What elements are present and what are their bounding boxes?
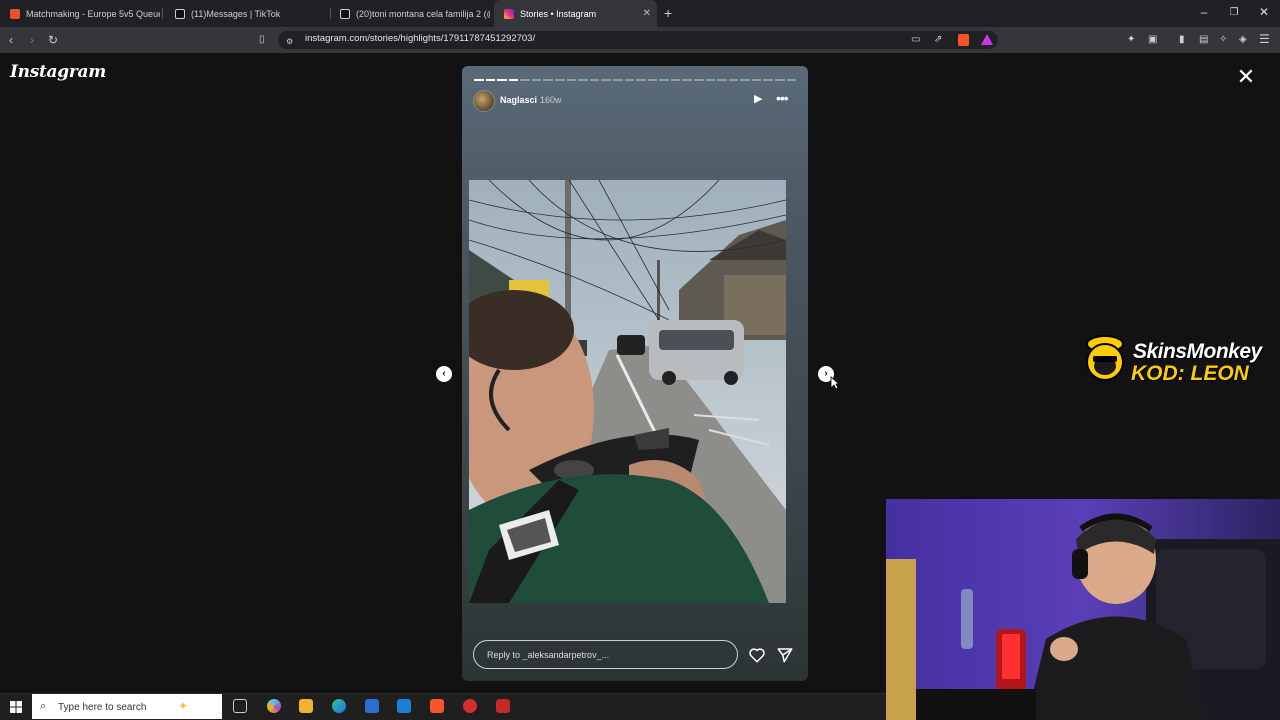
progress-segment bbox=[717, 79, 727, 81]
app-icon[interactable] bbox=[463, 699, 477, 713]
progress-segment bbox=[705, 79, 716, 81]
task-view-icon[interactable] bbox=[233, 699, 247, 713]
progress-segment bbox=[520, 79, 530, 81]
story-viewer: Naglasci 160w ▶ ••• Reply to _aleksandar… bbox=[462, 66, 808, 681]
forward-icon[interactable]: › bbox=[30, 33, 34, 47]
progress-segment bbox=[566, 79, 577, 81]
search-highlight-icon[interactable]: ✦ bbox=[178, 699, 188, 713]
faceit-icon bbox=[10, 8, 20, 19]
tab-title: Matchmaking - Europe 5v5 Queue - bbox=[26, 8, 160, 19]
progress-segment bbox=[751, 79, 762, 81]
new-tab-icon[interactable]: + bbox=[664, 6, 672, 20]
progress-segment bbox=[647, 79, 658, 81]
progress-segment bbox=[670, 79, 681, 81]
vpn-icon[interactable]: ◈ bbox=[1239, 33, 1247, 47]
reload-icon[interactable]: ↻ bbox=[48, 33, 58, 47]
store-icon[interactable] bbox=[365, 699, 379, 713]
play-icon[interactable]: ▶ bbox=[754, 92, 762, 105]
progress-segment bbox=[612, 79, 623, 81]
close-stories-icon[interactable]: ✕ bbox=[1235, 66, 1257, 88]
progress-segment bbox=[624, 79, 635, 81]
file-explorer-icon[interactable] bbox=[299, 699, 313, 713]
sponsor-code: KOD: LEON bbox=[1131, 362, 1249, 385]
copilot-icon[interactable] bbox=[267, 699, 281, 713]
tab-title: Stories • Instagram bbox=[520, 8, 597, 19]
faceit-app-icon[interactable] bbox=[496, 699, 510, 713]
tab-title: (11)Messages | TikTok bbox=[191, 8, 281, 19]
site-info-icon[interactable]: ⚙ bbox=[286, 35, 293, 49]
scooter-street-photo bbox=[469, 180, 786, 603]
instagram-logo[interactable]: Instagram bbox=[10, 62, 106, 82]
progress-segment bbox=[682, 79, 692, 81]
heart-icon[interactable] bbox=[748, 646, 766, 664]
webcam-scene bbox=[886, 499, 1280, 720]
streamer-webcam bbox=[886, 499, 1280, 720]
brave-icon[interactable] bbox=[430, 699, 444, 713]
mouse-cursor-icon bbox=[830, 376, 840, 390]
instagram-icon bbox=[504, 8, 514, 19]
tab-instagram-stories[interactable]: Stories • Instagram ✕ bbox=[494, 0, 657, 27]
previous-story-icon[interactable]: ‹ bbox=[436, 366, 452, 382]
progress-segment bbox=[531, 79, 542, 81]
search-icon: ⌕ bbox=[40, 700, 47, 712]
progress-segment bbox=[786, 79, 797, 81]
tab-divider bbox=[162, 8, 163, 19]
window-close-icon[interactable]: ✕ bbox=[1249, 5, 1279, 19]
menu-icon[interactable]: ☰ bbox=[1259, 32, 1270, 46]
tab-search-icon[interactable]: ▣ bbox=[1148, 33, 1157, 47]
leo-ai-icon[interactable]: ✧ bbox=[1219, 33, 1227, 47]
progress-segment bbox=[555, 79, 565, 81]
send-icon[interactable] bbox=[776, 646, 794, 664]
tab-matchmaking[interactable]: Matchmaking - Europe 5v5 Queue - bbox=[0, 0, 160, 27]
progress-segment bbox=[740, 79, 750, 81]
close-tab-icon[interactable]: ✕ bbox=[643, 8, 651, 19]
progress-segment bbox=[601, 79, 611, 81]
progress-segment bbox=[763, 79, 774, 81]
extensions-icon[interactable]: ✦ bbox=[1127, 33, 1135, 47]
taskbar-search-input[interactable]: Type here to search bbox=[58, 702, 146, 713]
brave-rewards-icon[interactable] bbox=[981, 34, 993, 45]
progress-segment bbox=[474, 79, 484, 81]
progress-segment bbox=[497, 79, 507, 81]
bookmark-icon[interactable]: ▯ bbox=[259, 33, 265, 47]
progress-segment bbox=[636, 79, 646, 81]
tiktok-icon bbox=[175, 8, 185, 19]
story-time-ago: 160w bbox=[540, 95, 562, 105]
restore-icon[interactable]: ❐ bbox=[1219, 7, 1249, 18]
back-icon[interactable]: ‹ bbox=[9, 33, 13, 47]
more-icon[interactable]: ••• bbox=[776, 90, 789, 106]
sponsor-brand-name: SkinsMonkey bbox=[1133, 340, 1262, 363]
cast-icon[interactable]: ▭ bbox=[911, 33, 920, 47]
story-progress-bar bbox=[474, 79, 797, 81]
tab-tiktok-messages[interactable]: (11)Messages | TikTok bbox=[165, 0, 328, 27]
browser-tab-strip: Matchmaking - Europe 5v5 Queue - (11)Mes… bbox=[0, 0, 1280, 27]
share-icon[interactable]: ⇗ bbox=[934, 33, 942, 47]
story-reply-input[interactable]: Reply to _aleksandarpetrov_... bbox=[473, 640, 738, 669]
tab-title: (20)toni montana cela familija 2 (@to bbox=[356, 8, 490, 19]
progress-segment bbox=[508, 79, 519, 81]
avatar[interactable] bbox=[473, 90, 495, 112]
tiktok-icon bbox=[340, 8, 350, 19]
outlook-icon[interactable] bbox=[397, 699, 411, 713]
minimize-icon[interactable]: – bbox=[1189, 5, 1219, 19]
windows-start-icon[interactable] bbox=[10, 701, 22, 713]
progress-segment bbox=[485, 79, 496, 81]
story-photo bbox=[469, 180, 786, 603]
story-username[interactable]: Naglasci bbox=[500, 95, 537, 105]
monkey-logo-icon bbox=[1086, 335, 1124, 381]
progress-segment bbox=[659, 79, 669, 81]
brave-shields-icon[interactable] bbox=[958, 34, 969, 46]
progress-segment bbox=[589, 79, 600, 81]
edge-icon[interactable] bbox=[332, 699, 346, 713]
progress-segment bbox=[543, 79, 554, 81]
tab-tiktok-video[interactable]: (20)toni montana cela familija 2 (@to bbox=[330, 0, 490, 27]
progress-segment bbox=[578, 79, 588, 81]
sidebar-icon[interactable]: ▮ bbox=[1179, 33, 1185, 47]
wallet-icon[interactable]: ▤ bbox=[1199, 33, 1208, 47]
url-text[interactable]: instagram.com/stories/highlights/1791178… bbox=[305, 33, 535, 44]
progress-segment bbox=[728, 79, 739, 81]
progress-segment bbox=[775, 79, 785, 81]
progress-segment bbox=[693, 79, 704, 81]
